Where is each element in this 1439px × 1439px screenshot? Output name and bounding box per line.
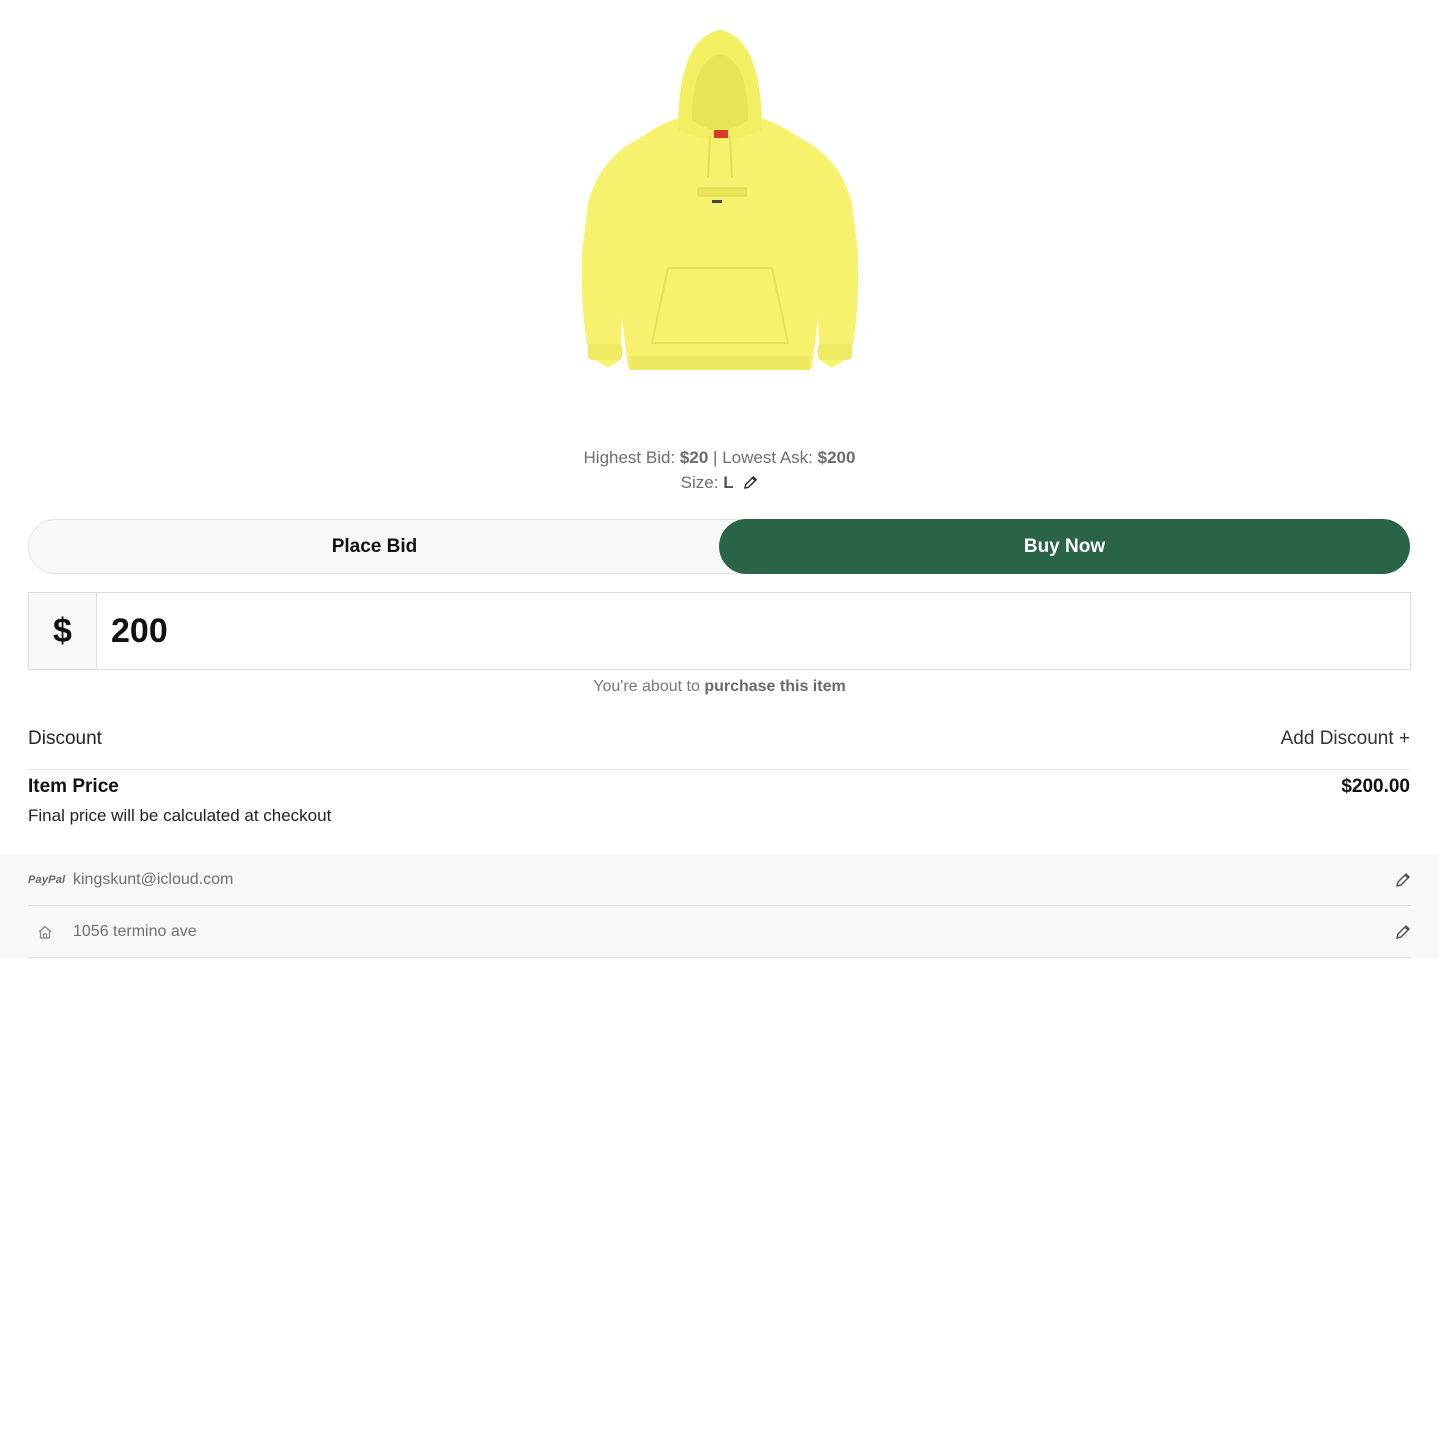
item-price-label: Item Price xyxy=(28,776,119,797)
highest-bid-value: $20 xyxy=(679,448,709,467)
payment-shipping-panel: PayPal kingskunt@icloud.com 1056 termino… xyxy=(0,854,1439,958)
discount-row: Discount Add Discount + xyxy=(28,728,1410,770)
purchase-note-emphasis: purchase this item xyxy=(704,678,846,695)
size-selector[interactable]: Size: L xyxy=(0,473,1439,495)
bid-buy-toggle: Place Bid Buy Now xyxy=(28,519,1410,574)
add-discount-button[interactable]: Add Discount + xyxy=(1281,728,1410,769)
lowest-ask-label: Lowest Ask: xyxy=(722,448,813,467)
size-label: Size: xyxy=(680,473,719,492)
item-price-value: $200.00 xyxy=(1341,776,1410,797)
purchase-note: You're about to purchase this item xyxy=(0,678,1439,696)
currency-symbol: $ xyxy=(29,593,97,669)
paypal-icon: PayPal xyxy=(28,873,66,886)
home-icon xyxy=(28,924,73,940)
discount-label: Discount xyxy=(28,728,102,749)
lowest-ask-value: $200 xyxy=(817,448,856,467)
buy-now-button[interactable]: Buy Now xyxy=(719,519,1410,574)
edit-payment-icon[interactable] xyxy=(1391,872,1411,888)
size-value: L xyxy=(723,473,734,492)
edit-size-icon[interactable] xyxy=(743,475,758,495)
payment-account: kingskunt@icloud.com xyxy=(73,870,234,888)
price-input[interactable] xyxy=(97,593,1410,669)
purchase-note-prefix: You're about to xyxy=(593,678,700,695)
highest-bid-label: Highest Bid: xyxy=(583,448,676,467)
shipping-address: 1056 termino ave xyxy=(73,922,197,940)
edit-address-icon[interactable] xyxy=(1391,924,1411,940)
place-bid-button[interactable]: Place Bid xyxy=(29,519,720,574)
product-image xyxy=(520,18,920,383)
market-summary: Highest Bid: $20 | Lowest Ask: $200 xyxy=(0,448,1439,468)
checkout-note: Final price will be calculated at checko… xyxy=(28,806,332,825)
price-field: $ xyxy=(28,592,1411,670)
payment-row[interactable]: PayPal kingskunt@icloud.com xyxy=(28,854,1411,906)
market-separator: | xyxy=(713,448,718,467)
shipping-row[interactable]: 1056 termino ave xyxy=(28,906,1411,958)
item-price-row: Item Price $200.00 xyxy=(28,776,1410,798)
